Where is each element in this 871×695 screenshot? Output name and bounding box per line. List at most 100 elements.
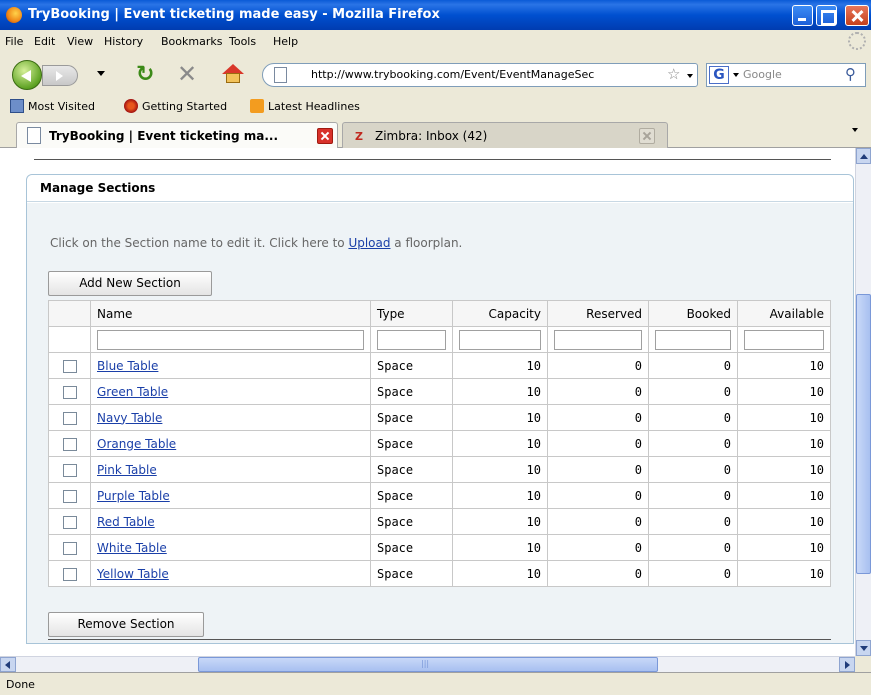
available-filter-input[interactable] <box>744 329 824 350</box>
url-dropdown-icon[interactable] <box>687 74 693 78</box>
row-checkbox-cell <box>48 456 91 483</box>
section-name-link[interactable]: Orange Table <box>97 437 176 451</box>
type-filter-input[interactable] <box>377 329 446 350</box>
forward-button[interactable] <box>42 65 78 86</box>
search-icon[interactable]: ⚲ <box>845 65 856 83</box>
tab-bar: TryBooking | Event ticketing ma... Z Zim… <box>0 118 871 149</box>
menu-history[interactable]: History <box>104 35 143 48</box>
filter-cell <box>547 326 649 353</box>
url-text[interactable]: http://www.trybooking.com/Event/EventMan… <box>311 68 671 81</box>
column-header-name[interactable]: Name <box>90 300 371 327</box>
available-cell: 10 <box>737 378 831 405</box>
add-new-section-button[interactable]: Add New Section <box>48 271 212 296</box>
vertical-scroll-thumb[interactable] <box>856 294 871 574</box>
maximize-button[interactable] <box>816 5 837 26</box>
address-bar[interactable]: http://www.trybooking.com/Event/EventMan… <box>262 63 698 87</box>
close-tab-icon[interactable] <box>317 128 333 144</box>
section-name-link[interactable]: Red Table <box>97 515 155 529</box>
column-header-capacity[interactable]: Capacity <box>452 300 548 327</box>
bookmark-getting-started[interactable]: Getting Started <box>124 99 227 113</box>
search-input[interactable]: Google <box>743 68 782 81</box>
home-icon[interactable] <box>222 64 244 84</box>
row-checkbox[interactable] <box>62 515 77 529</box>
section-name-link[interactable]: Navy Table <box>97 411 162 425</box>
booked-filter-input[interactable] <box>655 329 731 350</box>
menu-file[interactable]: File <box>5 35 23 48</box>
menu-bookmarks[interactable]: Bookmarks <box>161 35 222 48</box>
row-checkbox[interactable] <box>62 489 77 503</box>
scroll-down-icon[interactable] <box>856 640 871 656</box>
back-button[interactable] <box>12 60 42 90</box>
browser-window: TryBooking | Event ticketing made easy -… <box>0 0 871 695</box>
bookmark-latest-headlines[interactable]: Latest Headlines <box>250 99 360 113</box>
vertical-scrollbar[interactable] <box>855 148 871 656</box>
section-name-link[interactable]: Purple Table <box>97 489 170 503</box>
bookmark-star-icon[interactable]: ☆ <box>667 65 680 83</box>
section-name-link[interactable]: Yellow Table <box>97 567 169 581</box>
close-window-button[interactable] <box>845 5 869 26</box>
section-name-link[interactable]: Green Table <box>97 385 168 399</box>
upload-link[interactable]: Upload <box>348 236 390 250</box>
tab-zimbra[interactable]: Z Zimbra: Inbox (42) <box>342 122 668 148</box>
table-row: Yellow Table Space 10 0 0 10 <box>48 560 831 587</box>
close-tab-icon[interactable] <box>639 128 655 144</box>
row-checkbox[interactable] <box>62 385 77 399</box>
row-checkbox[interactable] <box>62 541 77 555</box>
section-type-cell: Space <box>370 560 453 587</box>
filter-cell <box>90 326 371 353</box>
search-box[interactable]: G Google ⚲ <box>706 63 866 87</box>
column-header-reserved[interactable]: Reserved <box>547 300 649 327</box>
stop-icon[interactable]: ✕ <box>177 62 197 86</box>
minimize-button[interactable] <box>792 5 813 26</box>
reserved-filter-input[interactable] <box>554 329 642 350</box>
row-checkbox[interactable] <box>62 411 77 425</box>
section-name-link[interactable]: White Table <box>97 541 167 555</box>
remove-section-button[interactable]: Remove Section <box>48 612 204 637</box>
section-name-cell: Navy Table <box>90 404 371 431</box>
section-type-cell: Space <box>370 430 453 457</box>
section-type-cell: Space <box>370 456 453 483</box>
booked-cell: 0 <box>648 430 738 457</box>
search-engine-dropdown-icon[interactable] <box>733 73 739 77</box>
scroll-right-icon[interactable] <box>839 657 855 672</box>
row-checkbox[interactable] <box>62 567 77 581</box>
horizontal-scroll-thumb[interactable] <box>198 657 658 672</box>
scroll-left-icon[interactable] <box>0 657 16 672</box>
row-checkbox-cell <box>48 508 91 535</box>
select-column-header <box>48 300 91 327</box>
section-name-cell: Green Table <box>90 378 371 405</box>
scroll-up-icon[interactable] <box>856 148 871 164</box>
available-cell: 10 <box>737 430 831 457</box>
tab-label: TryBooking | Event ticketing ma... <box>49 129 279 143</box>
menu-view[interactable]: View <box>67 35 93 48</box>
row-checkbox-cell <box>48 482 91 509</box>
column-header-booked[interactable]: Booked <box>648 300 738 327</box>
most-visited-icon <box>10 99 24 113</box>
booked-cell: 0 <box>648 352 738 379</box>
column-header-type[interactable]: Type <box>370 300 453 327</box>
bookmark-most-visited[interactable]: Most Visited <box>10 99 95 113</box>
capacity-filter-input[interactable] <box>459 329 541 350</box>
row-checkbox[interactable] <box>62 359 77 373</box>
menu-tools[interactable]: Tools <box>229 35 256 48</box>
column-header-available[interactable]: Available <box>737 300 831 327</box>
name-filter-input[interactable] <box>97 329 364 350</box>
reload-icon[interactable]: ↻ <box>136 64 154 86</box>
tab-trybooking[interactable]: TryBooking | Event ticketing ma... <box>16 122 338 149</box>
section-name-link[interactable]: Blue Table <box>97 359 158 373</box>
reserved-cell: 0 <box>547 534 649 561</box>
table-row: Red Table Space 10 0 0 10 <box>48 508 831 535</box>
sections-table: Name Type Capacity Reserved Booked Avail… <box>48 300 831 587</box>
menu-edit[interactable]: Edit <box>34 35 55 48</box>
horizontal-scrollbar[interactable] <box>0 656 855 672</box>
section-name-link[interactable]: Pink Table <box>97 463 157 477</box>
menu-help[interactable]: Help <box>273 35 298 48</box>
google-engine-icon[interactable]: G <box>709 66 729 84</box>
booked-cell: 0 <box>648 508 738 535</box>
row-checkbox[interactable] <box>62 463 77 477</box>
row-checkbox[interactable] <box>62 437 77 451</box>
reserved-cell: 0 <box>547 482 649 509</box>
table-row: White Table Space 10 0 0 10 <box>48 534 831 561</box>
history-dropdown-icon[interactable] <box>97 71 105 76</box>
tab-list-dropdown-icon[interactable] <box>852 128 858 132</box>
